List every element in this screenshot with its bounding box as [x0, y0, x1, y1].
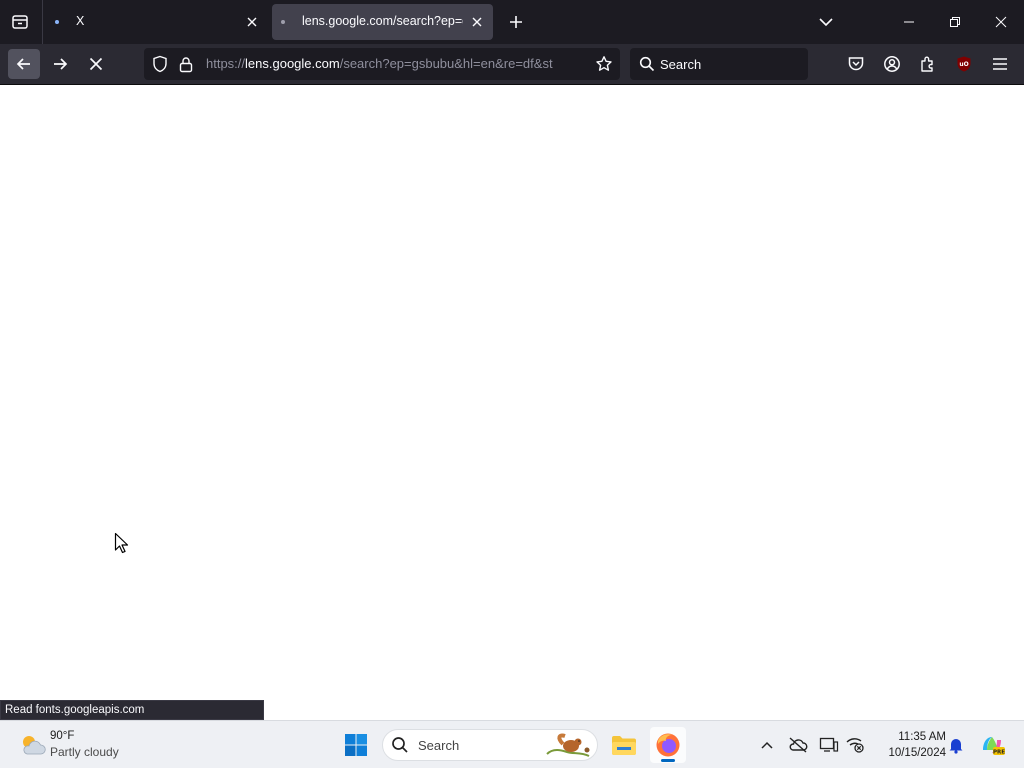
tab-loading-dot: [55, 20, 59, 24]
restore-icon: [950, 17, 960, 27]
stop-loading-button[interactable]: [80, 49, 112, 79]
cloud-off-icon: [789, 737, 808, 753]
file-explorer-button[interactable]: [606, 727, 642, 763]
minimize-button[interactable]: [886, 0, 932, 44]
url-prefix: https://: [206, 56, 246, 71]
show-hidden-icons-button[interactable]: [756, 733, 778, 757]
tab-strip: X lens.google.com/search?ep=gsbubu&hl=en…: [0, 0, 1024, 44]
list-all-tabs-button[interactable]: [812, 8, 840, 36]
tab-separator: [42, 0, 43, 44]
chevron-down-icon: [819, 18, 833, 27]
tab-title: lens.google.com/search?ep=gsbubu&hl=en&r…: [302, 14, 463, 28]
forward-button[interactable]: [44, 49, 76, 79]
tab-close-button[interactable]: [467, 12, 487, 32]
chevron-up-icon: [761, 741, 773, 749]
monitor-icon: [819, 737, 839, 752]
url-host: lens.google.com: [245, 56, 340, 71]
extensions-button[interactable]: [914, 50, 942, 78]
bookmark-button[interactable]: [594, 54, 614, 74]
back-button[interactable]: [8, 49, 40, 79]
taskbar: 90°F Partly cloudy Search 11:35 AM 10/15…: [0, 720, 1024, 768]
lock-icon: [179, 56, 193, 72]
tab-google-lens[interactable]: lens.google.com/search?ep=gsbubu&hl=en&r…: [272, 4, 493, 40]
weather-temperature: 90°F: [50, 730, 75, 742]
weather-condition: Partly cloudy: [50, 745, 119, 759]
clock-time: 11:35 AM: [898, 731, 946, 743]
weather-widget[interactable]: 90°F Partly cloudy: [14, 728, 144, 762]
close-icon: [247, 17, 257, 27]
active-app-indicator: [661, 759, 675, 762]
navigation-toolbar: https://lens.google.com/search?ep=gsbubu…: [0, 44, 1024, 85]
onedrive-tray-icon[interactable]: [787, 733, 809, 757]
search-bar[interactable]: Search: [630, 48, 808, 80]
arrow-left-icon: [16, 58, 30, 70]
display-tray-icon[interactable]: [818, 733, 840, 757]
ublock-icon: uO: [957, 56, 971, 72]
page-content: [0, 85, 1024, 720]
mouse-cursor-icon: [114, 532, 130, 559]
ublock-origin-button[interactable]: uO: [950, 50, 978, 78]
tracking-protection-button[interactable]: [150, 54, 170, 74]
close-icon: [89, 57, 103, 71]
firefox-taskbar-button[interactable]: [650, 727, 686, 763]
url-bar[interactable]: https://lens.google.com/search?ep=gsbubu…: [144, 48, 620, 80]
tab-x[interactable]: X: [46, 4, 268, 40]
url-text[interactable]: https://lens.google.com/search?ep=gsbubu…: [206, 56, 582, 71]
tab-title: X: [76, 14, 85, 28]
hamburger-menu-icon: [993, 58, 1007, 70]
copilot-button[interactable]: PRE: [978, 733, 1006, 757]
firefox-view-icon: [12, 15, 28, 29]
puzzle-icon: [921, 56, 933, 72]
close-icon: [472, 17, 482, 27]
status-panel: Read fonts.googleapis.com: [0, 700, 264, 720]
copilot-icon: PRE: [983, 737, 1005, 756]
partly-cloudy-icon: [23, 736, 46, 755]
folder-icon: [612, 736, 636, 755]
search-icon: [392, 737, 408, 753]
browser-window: X lens.google.com/search?ep=gsbubu&hl=en…: [0, 0, 1024, 720]
new-tab-button[interactable]: [502, 8, 530, 36]
taskbar-search-placeholder: Search: [418, 738, 460, 753]
arrow-right-icon: [54, 58, 68, 70]
bell-icon: [949, 739, 963, 754]
search-icon: [638, 55, 656, 73]
app-menu-button[interactable]: [986, 50, 1014, 78]
tab-close-button[interactable]: [242, 12, 262, 32]
star-icon: [596, 56, 612, 71]
clock-date: 10/15/2024: [888, 747, 946, 759]
firefox-logo-icon: [656, 733, 680, 757]
network-tray-icon[interactable]: [844, 733, 866, 757]
tab-loading-dot: [281, 20, 285, 24]
plus-icon: [510, 16, 522, 28]
shield-icon: [153, 55, 167, 73]
taskbar-search-box[interactable]: Search: [382, 729, 598, 761]
search-highlight-squirrel-icon: [546, 733, 590, 757]
firefox-view-button[interactable]: [6, 8, 34, 36]
minimize-icon: [904, 21, 914, 23]
restore-button[interactable]: [932, 0, 978, 44]
pocket-button[interactable]: [842, 50, 870, 78]
url-path: /search?ep=gsbubu&hl=en&re=df&st: [339, 56, 553, 71]
pocket-icon: [848, 57, 864, 71]
network-disconnected-icon: [846, 738, 864, 753]
window-close-button[interactable]: [978, 0, 1024, 44]
taskbar-clock[interactable]: 11:35 AM 10/15/2024: [872, 729, 946, 761]
account-button[interactable]: [878, 50, 906, 78]
search-placeholder: Search: [660, 57, 702, 72]
site-info-button[interactable]: [177, 54, 195, 74]
notifications-button[interactable]: [945, 733, 967, 757]
account-icon: [884, 56, 900, 72]
windows-logo-icon: [345, 734, 367, 756]
close-icon: [995, 16, 1007, 28]
svg-text:PRE: PRE: [993, 750, 1005, 756]
svg-text:uO: uO: [959, 61, 968, 68]
start-button[interactable]: [338, 727, 374, 763]
